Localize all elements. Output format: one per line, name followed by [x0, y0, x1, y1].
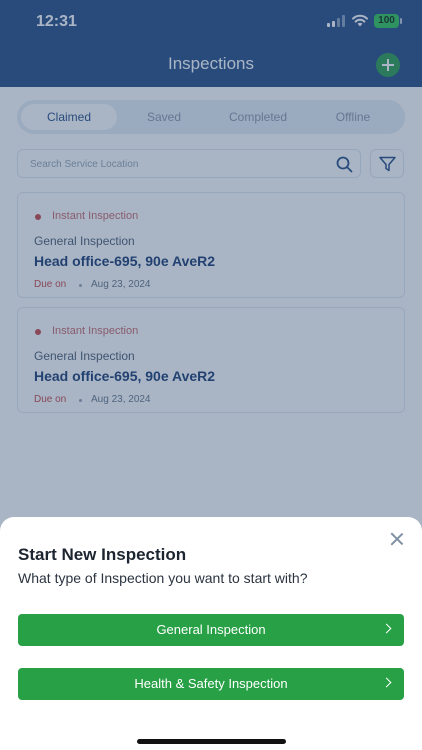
sheet-title: Start New Inspection: [18, 545, 187, 564]
button-label: General Inspection: [156, 622, 266, 637]
start-inspection-sheet: Start New Inspection What type of Inspec…: [0, 517, 422, 750]
close-icon[interactable]: [388, 530, 406, 548]
button-label: Health & Safety Inspection: [134, 676, 288, 691]
general-inspection-button[interactable]: General Inspection: [18, 614, 404, 646]
inspections-screen: 12:31 100 Inspections Claimed Saved Comp…: [0, 0, 422, 750]
chevron-right-icon: [381, 623, 392, 634]
health-safety-inspection-button[interactable]: Health & Safety Inspection: [18, 668, 404, 700]
home-indicator: [137, 739, 286, 744]
chevron-right-icon: [381, 677, 392, 688]
sheet-subtitle: What type of Inspection you want to star…: [18, 570, 308, 586]
